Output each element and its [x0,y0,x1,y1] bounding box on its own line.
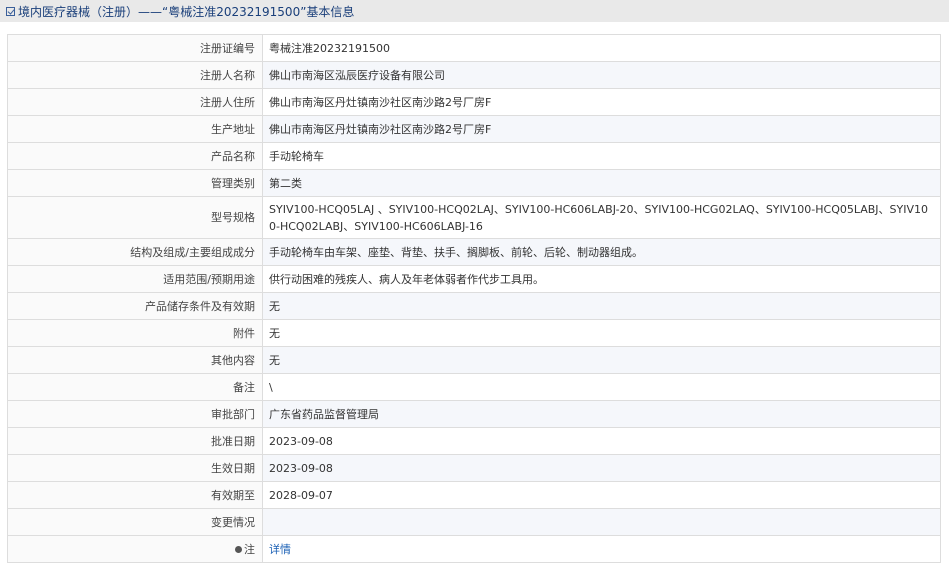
note-value-cell: 详情 [262,535,941,563]
table-row: 其他内容 无 [7,346,941,374]
page-title-bar: 境内医疗器械（注册）——“粤械注准20232191500”基本信息 [0,0,949,22]
table-row: 有效期至 2028-09-07 [7,481,941,509]
table-row: 型号规格 SYIV100-HCQ05LAJ 、SYIV100-HCQ02LAJ、… [7,196,941,239]
table-row: 产品名称 手动轮椅车 [7,142,941,170]
row-value [262,508,941,536]
detail-table: 注册证编号 粤械注准20232191500 注册人名称 佛山市南海区泓辰医疗设备… [7,34,941,563]
row-label: 备注 [7,373,263,401]
table-row-note: 注 详情 [7,535,941,563]
row-label: 附件 [7,319,263,347]
table-row: 管理类别 第二类 [7,169,941,197]
row-label: 有效期至 [7,481,263,509]
row-value: 第二类 [262,169,941,197]
row-value: 手动轮椅车由车架、座垫、背垫、扶手、搁脚板、前轮、后轮、制动器组成。 [262,238,941,266]
table-row: 注册人名称 佛山市南海区泓辰医疗设备有限公司 [7,61,941,89]
row-value: 粤械注准20232191500 [262,34,941,62]
row-label: 批准日期 [7,427,263,455]
row-label: 注册人住所 [7,88,263,116]
row-label: 变更情况 [7,508,263,536]
row-value: 无 [262,346,941,374]
table-row: 批准日期 2023-09-08 [7,427,941,455]
row-value: \ [262,373,941,401]
row-label: 管理类别 [7,169,263,197]
note-label-cell: 注 [7,535,263,563]
row-label: 注册人名称 [7,61,263,89]
row-label: 审批部门 [7,400,263,428]
table-row: 结构及组成/主要组成成分 手动轮椅车由车架、座垫、背垫、扶手、搁脚板、前轮、后轮… [7,238,941,266]
table-row: 生产地址 佛山市南海区丹灶镇南沙社区南沙路2号厂房F [7,115,941,143]
details-link[interactable]: 详情 [269,543,291,556]
pin-icon [235,545,242,553]
row-value: 2028-09-07 [262,481,941,509]
table-row: 注册证编号 粤械注准20232191500 [7,34,941,62]
row-value: 供行动困难的残疾人、病人及年老体弱者作代步工具用。 [262,265,941,293]
table-row: 备注 \ [7,373,941,401]
row-label: 结构及组成/主要组成成分 [7,238,263,266]
table-row: 注册人住所 佛山市南海区丹灶镇南沙社区南沙路2号厂房F [7,88,941,116]
table-row: 产品储存条件及有效期 无 [7,292,941,320]
row-value: 手动轮椅车 [262,142,941,170]
row-value: 无 [262,319,941,347]
row-label: 产品储存条件及有效期 [7,292,263,320]
row-value: SYIV100-HCQ05LAJ 、SYIV100-HCQ02LAJ、SYIV1… [262,196,941,239]
row-label: 型号规格 [7,196,263,239]
row-value: 佛山市南海区泓辰医疗设备有限公司 [262,61,941,89]
row-value: 广东省药品监督管理局 [262,400,941,428]
row-label: 其他内容 [7,346,263,374]
table-row: 变更情况 [7,508,941,536]
row-label: 注册证编号 [7,34,263,62]
row-value: 无 [262,292,941,320]
row-label: 适用范围/预期用途 [7,265,263,293]
row-label: 生效日期 [7,454,263,482]
checkbox-icon [6,6,15,16]
row-value: 佛山市南海区丹灶镇南沙社区南沙路2号厂房F [262,88,941,116]
table-row: 审批部门 广东省药品监督管理局 [7,400,941,428]
row-label: 产品名称 [7,142,263,170]
note-label: 注 [244,542,255,556]
row-value: 2023-09-08 [262,454,941,482]
table-row: 适用范围/预期用途 供行动困难的残疾人、病人及年老体弱者作代步工具用。 [7,265,941,293]
table-row: 附件 无 [7,319,941,347]
row-value: 2023-09-08 [262,427,941,455]
row-value: 佛山市南海区丹灶镇南沙社区南沙路2号厂房F [262,115,941,143]
table-row: 生效日期 2023-09-08 [7,454,941,482]
page-title: 境内医疗器械（注册）——“粤械注准20232191500”基本信息 [18,4,355,19]
row-label: 生产地址 [7,115,263,143]
